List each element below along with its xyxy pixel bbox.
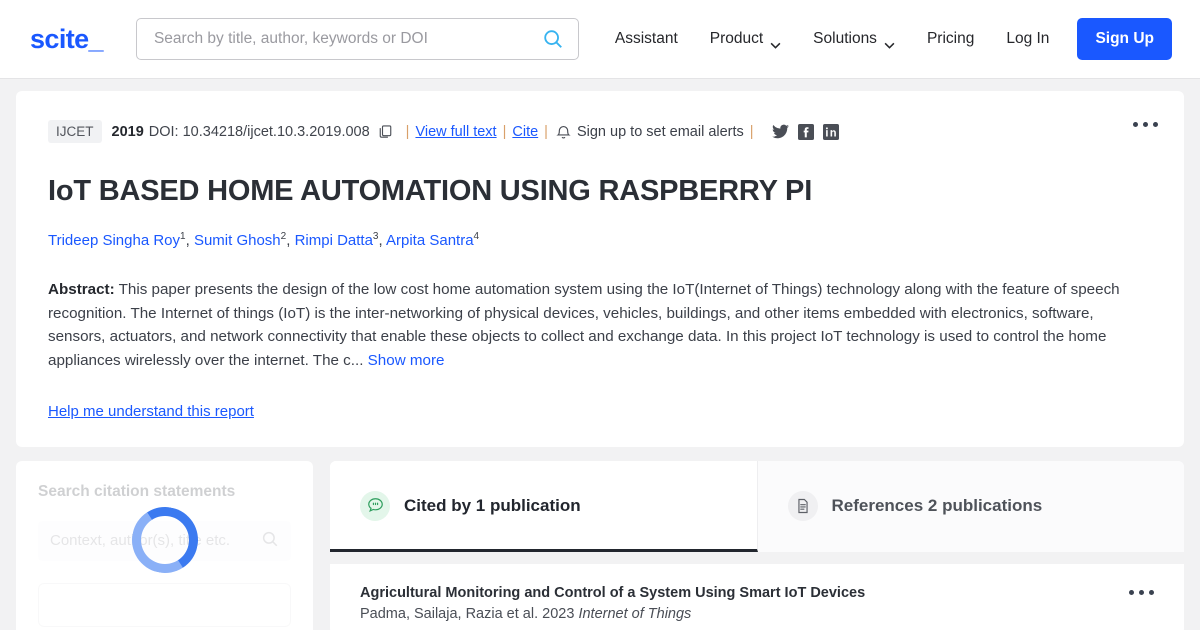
panel-tabs: Cited by 1 publication References 2 publ… (330, 460, 1184, 552)
bell-icon[interactable] (556, 124, 571, 140)
copy-icon[interactable] (378, 124, 393, 139)
author-affiliation-marker: 1 (180, 231, 186, 243)
citation-filter-box[interactable] (38, 582, 291, 627)
nav-label: Log In (1006, 30, 1050, 47)
nav-item-pricing[interactable]: Pricing (911, 30, 990, 48)
author-affiliation-marker: 4 (473, 231, 480, 243)
separator: | (544, 123, 548, 140)
view-full-text-link[interactable]: View full text (415, 124, 496, 140)
separator: | (405, 123, 410, 140)
paper-meta-row: IJCET 2019 DOI: 10.34218/ijcet.10.3.2019… (48, 120, 1152, 143)
separator: | (749, 123, 754, 140)
scite-logo[interactable]: scite_ (30, 24, 104, 55)
nav-label: Product (709, 30, 764, 47)
result-meta: Padma, Sailaja, Razia et al. 2023 Intern… (360, 606, 1154, 622)
results-list: Agricultural Monitoring and Control of a… (330, 563, 1184, 630)
nav-item-assistant[interactable]: Assistant (599, 30, 694, 48)
author-link[interactable]: Arpita Santra (386, 232, 474, 249)
paper-card: IJCET 2019 DOI: 10.34218/ijcet.10.3.2019… (16, 91, 1184, 447)
citations-panel: Cited by 1 publication References 2 publ… (330, 460, 1184, 630)
citation-search-sidebar: Search citation statements Context, auth… (16, 460, 313, 630)
dot (1153, 122, 1158, 127)
sign-up-button[interactable]: Sign Up (1077, 18, 1172, 60)
result-year: 2023 (542, 606, 575, 623)
author-link[interactable]: Rimpi Datta (295, 232, 373, 249)
abstract-label: Abstract: (48, 281, 115, 299)
search-icon[interactable] (261, 530, 279, 552)
nav-label: Solutions (813, 30, 877, 47)
linkedin-icon[interactable] (822, 123, 839, 140)
authors-list: Trideep Singha Roy1, Sumit Ghosh2, Rimpi… (48, 231, 480, 250)
site-header: scite_ Assistant Product Solutions Prici… (0, 0, 1200, 79)
show-more-link[interactable]: Show more (368, 352, 445, 369)
abstract-paragraph: Abstract: This paper presents the design… (48, 278, 1152, 372)
result-title[interactable]: Agricultural Monitoring and Control of a… (360, 584, 1154, 604)
page-title: IoT BASED HOME AUTOMATION USING RASPBERR… (48, 175, 813, 207)
citation-bubble-icon (360, 490, 390, 521)
chevron-down-icon (770, 36, 781, 49)
global-search-box[interactable] (135, 18, 579, 60)
nav-item-solutions[interactable]: Solutions (797, 30, 911, 49)
help-understand-report-link[interactable]: Help me understand this report (48, 403, 254, 420)
facebook-icon[interactable] (797, 123, 814, 140)
tab-label: References 2 publications (831, 495, 1043, 515)
author-link[interactable]: Sumit Ghosh (194, 232, 281, 249)
email-alerts-text[interactable]: Sign up to set email alerts (577, 124, 744, 140)
document-icon (787, 490, 818, 521)
dot (1143, 122, 1148, 127)
search-input[interactable] (153, 30, 542, 48)
result-journal: Internet of Things (578, 606, 692, 623)
tab-label: Cited by 1 publication (404, 495, 581, 515)
tab-cited-by[interactable]: Cited by 1 publication (330, 460, 758, 552)
search-icon[interactable] (542, 28, 564, 50)
list-item[interactable]: Agricultural Monitoring and Control of a… (360, 564, 1154, 630)
social-share-group (771, 123, 839, 140)
paper-options-menu[interactable] (1129, 118, 1162, 131)
main-nav: Assistant Product Solutions Pricing Log … (599, 18, 1172, 60)
doi-text: DOI: 10.34218/ijcet.10.3.2019.008 (148, 123, 370, 140)
author-affiliation-marker: 3 (372, 231, 379, 243)
result-options-menu[interactable] (1125, 586, 1158, 599)
dot (1133, 122, 1138, 127)
nav-item-login[interactable]: Log In (990, 30, 1065, 48)
separator: | (502, 123, 507, 140)
author-link[interactable]: Trideep Singha Roy (48, 232, 180, 249)
nav-item-product[interactable]: Product (694, 30, 797, 49)
dot (1129, 589, 1134, 595)
twitter-icon[interactable] (771, 124, 789, 139)
publication-year: 2019 (111, 123, 144, 140)
lower-section: Search citation statements Context, auth… (16, 460, 1184, 630)
nav-label: Assistant (614, 30, 678, 47)
panel-divider (330, 551, 1184, 564)
journal-badge[interactable]: IJCET (48, 120, 102, 143)
tab-references[interactable]: References 2 publications (757, 460, 1184, 552)
abstract-text: This paper presents the design of the lo… (48, 281, 1120, 370)
sidebar-title: Search citation statements (38, 482, 236, 500)
chevron-down-icon (884, 36, 895, 49)
cite-link[interactable]: Cite (512, 124, 538, 140)
dot (1139, 589, 1144, 595)
nav-label: Pricing (926, 30, 975, 47)
result-authors: Padma, Sailaja, Razia et al. (360, 606, 539, 623)
dot (1149, 589, 1154, 595)
author-affiliation-marker: 2 (280, 231, 287, 243)
